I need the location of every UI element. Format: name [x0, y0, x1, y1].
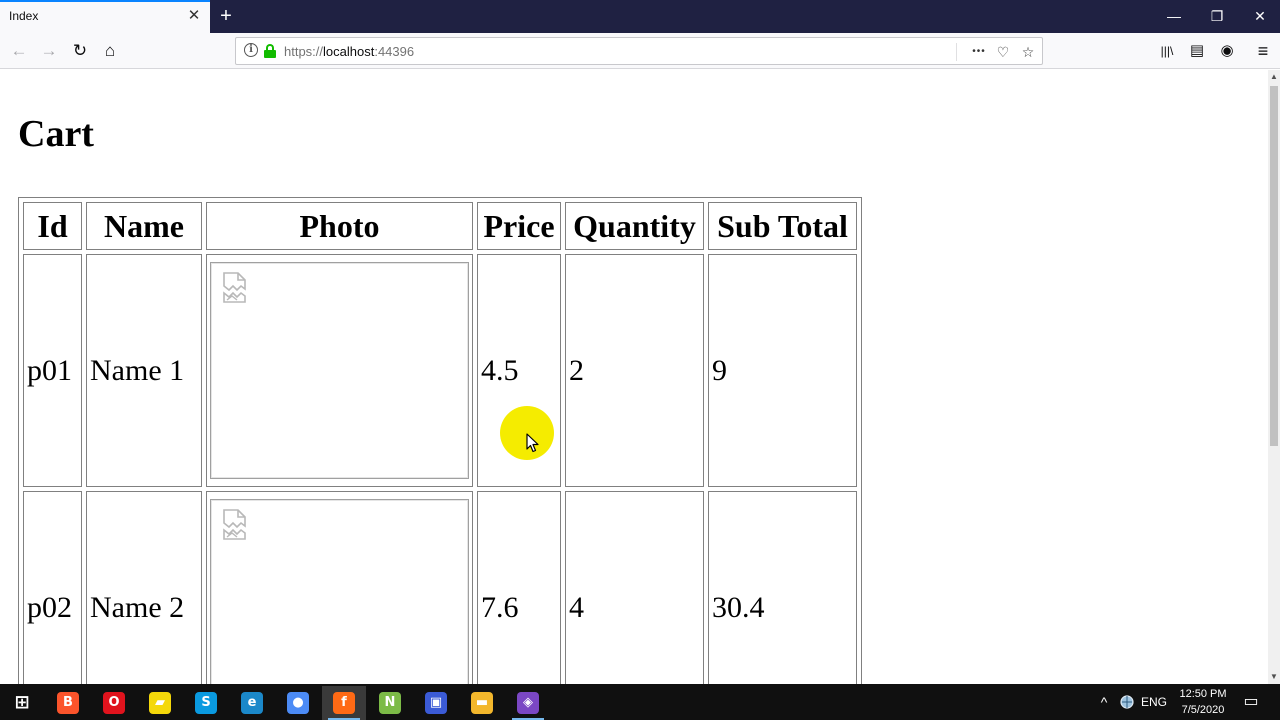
taskbar-chrome-icon[interactable]: ● — [276, 686, 320, 720]
broken-image-icon — [223, 272, 246, 303]
file-explorer-glyph: ▬ — [471, 692, 493, 714]
cell-id: p01 — [23, 254, 82, 487]
scroll-thumb[interactable] — [1270, 86, 1278, 446]
table-row: p02 Name 2 7.6 4 30.4 — [23, 491, 857, 684]
taskbar-edge-icon[interactable]: e — [230, 686, 274, 720]
new-tab-button[interactable]: + — [214, 4, 238, 28]
chrome-glyph: ● — [287, 692, 309, 714]
page-title: Cart — [18, 113, 94, 155]
menu-icon[interactable]: ≡ — [1250, 38, 1276, 64]
scroll-up-icon[interactable]: ▲ — [1268, 70, 1280, 84]
edge-glyph: e — [241, 692, 263, 714]
opera-glyph: O — [103, 692, 125, 714]
tab-title: Index — [9, 9, 39, 23]
info-icon[interactable]: i — [244, 43, 258, 57]
url-divider — [956, 43, 957, 61]
header-price: Price — [477, 202, 561, 250]
brave-glyph: B — [57, 692, 79, 714]
notepad-plus-glyph: N — [379, 692, 401, 714]
tray-chevron-icon[interactable]: ^ — [1096, 684, 1112, 720]
url-bar[interactable]: i https://localhost:44396 ••• ♡ ☆ — [235, 37, 1043, 65]
header-quantity: Quantity — [565, 202, 704, 250]
mouse-cursor-icon — [526, 433, 539, 453]
library-icon[interactable]: |||\ — [1154, 38, 1180, 64]
browser-toolbar: ← → ↻ ⌂ i https://localhost:44396 ••• ♡ … — [0, 33, 1280, 69]
cell-quantity: 2 — [565, 254, 704, 487]
taskbar-sticky-notes-icon[interactable]: ▰ — [138, 686, 182, 720]
reload-button[interactable]: ↻ — [67, 38, 93, 64]
page-scrollbar[interactable]: ▲ ▼ — [1268, 70, 1280, 684]
url-scheme: https:// — [284, 44, 324, 59]
taskbar-notepad-plus-icon[interactable]: N — [368, 686, 412, 720]
page-actions-icon[interactable]: ••• — [968, 41, 990, 63]
product-photo — [210, 499, 469, 684]
taskbar-skype-icon[interactable]: S — [184, 686, 228, 720]
header-name: Name — [86, 202, 202, 250]
cell-photo — [206, 491, 473, 684]
back-button[interactable]: ← — [6, 38, 32, 64]
clock-date: 7/5/2020 — [1181, 704, 1225, 716]
account-icon[interactable]: ◉ — [1214, 38, 1240, 64]
taskbar-firefox-icon[interactable]: f — [322, 686, 366, 720]
bookmark-star-icon[interactable]: ☆ — [1017, 41, 1039, 63]
taskbar-start-icon[interactable]: ⊞ — [0, 686, 44, 720]
save-tool-glyph: ▣ — [425, 692, 447, 714]
pocket-icon[interactable]: ♡ — [992, 41, 1014, 63]
url-text[interactable]: https://localhost:44396 — [284, 44, 414, 59]
taskbar-visual-studio-icon[interactable]: ◈ — [506, 686, 550, 720]
url-host: localhost — [323, 44, 375, 59]
sticky-notes-glyph: ▰ — [149, 692, 171, 714]
lock-icon[interactable] — [264, 44, 276, 58]
clock-time: 12:50 PM — [1179, 688, 1227, 700]
cell-quantity: 4 — [565, 491, 704, 684]
close-window-button[interactable]: ✕ — [1248, 5, 1272, 27]
scroll-down-icon[interactable]: ▼ — [1268, 670, 1280, 684]
home-button[interactable]: ⌂ — [97, 38, 123, 64]
tray-network-icon[interactable] — [1118, 684, 1136, 720]
cell-subtotal: 9 — [708, 254, 857, 487]
cell-subtotal: 30.4 — [708, 491, 857, 684]
cell-photo — [206, 254, 473, 487]
taskbar-file-explorer-icon[interactable]: ▬ — [460, 686, 504, 720]
sidebar-icon[interactable]: ▤ — [1184, 38, 1210, 64]
taskbar-brave-icon[interactable]: B — [46, 686, 90, 720]
browser-tab-strip: Index ✕ + — ❐ ✕ — [0, 0, 1280, 33]
language-indicator[interactable]: ENG — [1140, 684, 1168, 720]
tab-close-icon[interactable]: ✕ — [185, 7, 203, 25]
firefox-glyph: f — [333, 692, 355, 714]
skype-glyph: S — [195, 692, 217, 714]
header-subtotal: Sub Total — [708, 202, 857, 250]
header-photo: Photo — [206, 202, 473, 250]
url-port: :44396 — [374, 44, 415, 59]
cell-price: 7.6 — [477, 491, 561, 684]
tab-index[interactable]: Index ✕ — [0, 0, 210, 33]
restore-button[interactable]: ❐ — [1205, 5, 1229, 27]
notification-icon[interactable]: ▭ — [1240, 684, 1262, 720]
cell-name: Name 2 — [86, 491, 202, 684]
table-row: p01 Name 1 4.5 2 9 — [23, 254, 857, 487]
cell-name: Name 1 — [86, 254, 202, 487]
forward-button[interactable]: → — [36, 38, 62, 64]
taskbar-save-tool-icon[interactable]: ▣ — [414, 686, 458, 720]
taskbar-clock[interactable]: 12:50 PM 7/5/2020 — [1172, 686, 1234, 718]
minimize-button[interactable]: — — [1162, 5, 1186, 27]
windows-taskbar: ⊞ B O ▰ Se ● f N ▣ ▬ ◈ ^ ENG 12:50 PM 7/5/2020 ▭ — [0, 684, 1280, 720]
start-glyph: ⊞ — [14, 692, 30, 713]
product-photo — [210, 262, 469, 479]
cell-id: p02 — [23, 491, 82, 684]
broken-image-icon — [223, 509, 246, 540]
taskbar-opera-icon[interactable]: O — [92, 686, 136, 720]
table-header-row: Id Name Photo Price Quantity Sub Total — [23, 202, 857, 250]
cart-table: Id Name Photo Price Quantity Sub Total p… — [18, 197, 862, 684]
page-content: Cart Id Name Photo Price Quantity Sub To… — [0, 70, 1268, 684]
visual-studio-glyph: ◈ — [517, 692, 539, 714]
header-id: Id — [23, 202, 82, 250]
